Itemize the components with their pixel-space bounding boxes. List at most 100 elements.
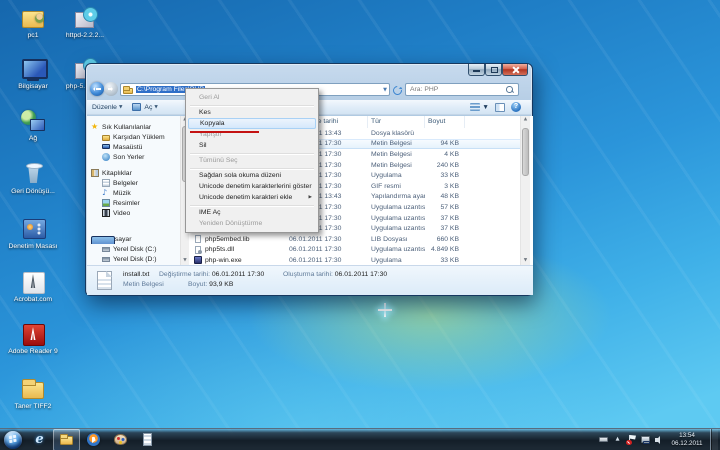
- file-size: 94 KB: [425, 140, 465, 147]
- context-menu-item[interactable]: Yeniden Dönüştürme ▶: [188, 218, 316, 229]
- context-menu-item[interactable]: Unicode denetim karakterlerini göster ▶: [188, 181, 316, 192]
- nav-item[interactable]: Resimler: [87, 198, 180, 208]
- preview-pane-button[interactable]: [495, 103, 505, 112]
- context-menu-item-label: Kes: [199, 109, 211, 116]
- desktop-icon-image: [19, 377, 47, 401]
- context-menu-item[interactable]: Tümünü Seç ▶: [188, 155, 316, 166]
- nav-item[interactable]: Müzik: [87, 188, 180, 198]
- desktop-icon[interactable]: Geri Dönüşü...: [8, 162, 58, 196]
- desktop-icon[interactable]: Denetim Masası: [8, 217, 58, 251]
- nav-item-label: Belgeler: [113, 180, 138, 187]
- minimize-button[interactable]: [468, 64, 485, 76]
- nav-item[interactable]: Video: [87, 208, 180, 218]
- nav-item[interactable]: Karşıdan Yüklem: [87, 132, 180, 142]
- file-type: GIF resmi: [368, 183, 425, 190]
- refresh-button[interactable]: [392, 85, 403, 96]
- address-dropdown-icon[interactable]: ▼: [383, 87, 387, 93]
- back-button[interactable]: [90, 82, 104, 96]
- help-button[interactable]: ?: [511, 102, 521, 112]
- context-menu-item-label: Kopyala: [200, 120, 225, 127]
- file-size: 240 KB: [425, 162, 465, 169]
- nav-item[interactable]: Yerel Disk (C:): [87, 244, 180, 254]
- file-date: 06.01.2011 17:30: [286, 236, 368, 243]
- scroll-up-icon[interactable]: ▲: [521, 116, 530, 124]
- nav-item[interactable]: Belgeler: [87, 178, 180, 188]
- tray-icon[interactable]: [655, 435, 664, 444]
- context-menu-item[interactable]: Kes ▶: [188, 107, 316, 118]
- taskbar-button[interactable]: [80, 429, 107, 450]
- desktop-icon-label: httpd-2.2.2...: [60, 32, 110, 40]
- desktop-icon[interactable]: Taner TIFF2: [8, 377, 58, 411]
- taskbar-button[interactable]: [107, 429, 134, 450]
- search-field[interactable]: Ara: PHP: [405, 83, 519, 96]
- nav-item[interactable]: Masaüstü: [87, 142, 180, 152]
- nav-item[interactable]: Sık Kullanılanlar: [87, 122, 180, 132]
- desktop-icon[interactable]: Ağ: [8, 109, 58, 143]
- taskbar-button[interactable]: [134, 429, 161, 450]
- desktop-icon-image: [19, 322, 47, 346]
- desktop-icon-label: Acrobat.com: [8, 296, 58, 304]
- context-menu-item[interactable]: Unicode denetim karakteri ekle ▶: [188, 192, 316, 203]
- context-menu-item[interactable]: Sağdan sola okuma düzeni ▶: [188, 170, 316, 181]
- nav-item-label: Müzik: [113, 190, 131, 197]
- column-header-size[interactable]: Boyut: [425, 116, 465, 128]
- nav-item[interactable]: Kitaplıklar: [87, 168, 180, 178]
- file-date: 06.01.2011 17:30: [286, 257, 368, 264]
- taskbar: 13:54 06.12.2011: [0, 428, 720, 450]
- desktop-icon[interactable]: Acrobat.com: [8, 270, 58, 304]
- details-size: Boyut: 93,9 KB: [188, 281, 233, 288]
- file-type: Uygulama uzantısı: [368, 246, 425, 253]
- taskbar-clock[interactable]: 13:54 06.12.2011: [669, 432, 705, 447]
- maximize-button[interactable]: [485, 64, 502, 76]
- file-type-icon: [194, 256, 202, 264]
- scroll-down-icon[interactable]: ▼: [181, 257, 189, 265]
- table-row[interactable]: php-win.exe 06.01.2011 17:30 Uygulama 33…: [189, 255, 520, 265]
- file-size: 57 KB: [425, 204, 465, 211]
- nav-item[interactable]: Bilgisayar: [87, 234, 180, 244]
- nav-item[interactable]: Yerel Disk (D:): [87, 254, 180, 264]
- file-list-scrollbar[interactable]: ▲ ▼: [520, 116, 530, 265]
- table-row[interactable]: php5embed.lib 06.01.2011 17:30 LIB Dosya…: [189, 234, 520, 245]
- minimize-icon: [473, 70, 480, 72]
- tray-icon[interactable]: [641, 435, 650, 444]
- column-header-type[interactable]: Tür: [368, 116, 425, 128]
- taskbar-button[interactable]: [0, 429, 26, 450]
- desktop: pc1 httpd-2.2.2... Bilgisayar php-5.2.17…: [0, 0, 720, 450]
- file-size: 37 KB: [425, 225, 465, 232]
- desktop-icon[interactable]: httpd-2.2.2...: [60, 6, 110, 40]
- file-type: Metin Belgesi: [368, 162, 425, 169]
- taskbar-buttons: [0, 429, 161, 450]
- scrollbar-thumb[interactable]: [522, 128, 529, 176]
- table-row[interactable]: php5ts.dll 06.01.2011 17:30 Uygulama uza…: [189, 245, 520, 256]
- views-button[interactable]: ▼: [470, 103, 489, 111]
- open-label: Aç: [144, 104, 152, 111]
- submenu-arrow-icon: ▶: [309, 192, 312, 203]
- close-button[interactable]: [502, 64, 528, 76]
- context-menu-item[interactable]: Sil ▶: [188, 140, 316, 151]
- taskbar-button[interactable]: [26, 429, 53, 450]
- open-button[interactable]: Aç ▼: [127, 101, 162, 114]
- desktop-icon-label: Bilgisayar: [8, 83, 58, 91]
- tray-icon[interactable]: [627, 435, 636, 444]
- desktop-icon[interactable]: Adobe Reader 9: [8, 322, 58, 356]
- nav-item-icon: [102, 245, 110, 253]
- nav-item-label: Video: [113, 210, 130, 217]
- desktop-icon-image: [19, 6, 47, 30]
- organize-button[interactable]: Düzenle ▼: [87, 101, 127, 114]
- context-menu-item[interactable]: IME Aç ▶: [188, 207, 316, 218]
- nav-item[interactable]: Son Yerler: [87, 152, 180, 162]
- desktop-icon[interactable]: pc1: [8, 6, 58, 40]
- context-menu-item[interactable]: Geri Al ▶: [188, 92, 316, 103]
- tray-icon[interactable]: [599, 435, 608, 444]
- scroll-down-icon[interactable]: ▼: [521, 257, 530, 265]
- tray-icon[interactable]: [613, 435, 622, 444]
- context-menu-item[interactable]: Kopyala ▶: [188, 118, 316, 129]
- file-size: 4.849 KB: [425, 246, 465, 253]
- desktop-icon[interactable]: Bilgisayar: [8, 57, 58, 91]
- forward-button[interactable]: [104, 82, 118, 96]
- taskbar-button[interactable]: [53, 429, 80, 450]
- file-type: Uygulama uzantısı: [368, 225, 425, 232]
- details-modified: Değiştirme tarihi: 06.01.2011 17:30: [159, 271, 264, 278]
- desktop-icon-label: Adobe Reader 9: [8, 348, 58, 356]
- show-desktop-button[interactable]: [710, 429, 718, 450]
